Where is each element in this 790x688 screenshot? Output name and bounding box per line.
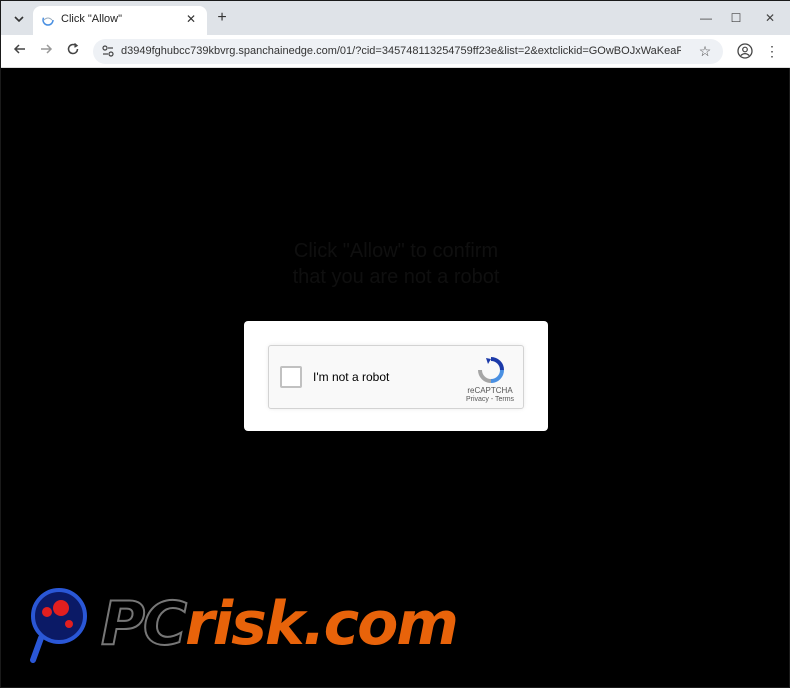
back-button[interactable]: [11, 42, 29, 60]
active-tab[interactable]: Click "Allow" ✕: [33, 6, 207, 35]
tab-search-button[interactable]: [9, 9, 29, 29]
loading-favicon-icon: [42, 14, 54, 26]
prompt-line-1: Click "Allow" to confirm: [293, 240, 499, 262]
new-tab-button[interactable]: +: [213, 9, 231, 27]
bookmark-star-icon[interactable]: ☆: [697, 43, 713, 59]
recaptcha-logo-icon: [478, 357, 504, 383]
tab-title: Click "Allow": [61, 13, 122, 25]
site-info-icon[interactable]: [101, 44, 115, 58]
url-text[interactable]: d3949fghubcc739kbvrg.spanchainedge.com/0…: [121, 45, 681, 57]
arrow-left-icon: [13, 44, 25, 54]
tab-strip: Click "Allow" ✕ + — ☐ ✕: [1, 1, 790, 35]
maximize-button[interactable]: ☐: [728, 10, 744, 26]
minimize-button[interactable]: —: [698, 10, 714, 26]
close-tab-icon[interactable]: ✕: [183, 11, 199, 27]
recaptcha-brand: reCAPTCHA: [467, 386, 513, 395]
pcrisk-watermark: PCrisk.com: [29, 584, 469, 672]
reload-icon: [67, 42, 79, 55]
profile-icon[interactable]: [737, 43, 753, 59]
captcha-label: I'm not a robot: [313, 370, 390, 384]
reload-button[interactable]: [64, 42, 82, 60]
more-menu-icon[interactable]: ⋮: [765, 42, 779, 60]
prompt-line-2: that you are not a robot: [292, 266, 500, 288]
chevron-down-icon: [14, 16, 24, 22]
browser-toolbar: d3949fghubcc739kbvrg.spanchainedge.com/0…: [1, 35, 790, 68]
watermark-text: PCrisk.com: [100, 588, 459, 660]
captcha-card: I'm not a robot reCAPTCHA Privacy - Term…: [244, 321, 548, 431]
address-bar[interactable]: d3949fghubcc739kbvrg.spanchainedge.com/0…: [93, 39, 723, 64]
watermark-risk: risk.com: [185, 589, 459, 659]
recaptcha-links[interactable]: Privacy - Terms: [455, 396, 525, 403]
arrow-right-icon: [41, 44, 53, 54]
recaptcha-widget: I'm not a robot reCAPTCHA Privacy - Term…: [268, 345, 524, 409]
forward-button[interactable]: [37, 42, 55, 60]
magnifier-logo-icon: [30, 588, 87, 663]
watermark-pc: PC: [100, 588, 188, 660]
captcha-checkbox[interactable]: [280, 366, 302, 388]
browser-window: Click "Allow" ✕ + — ☐ ✕ d3949fghubcc739k…: [0, 0, 790, 688]
close-window-button[interactable]: ✕: [762, 10, 778, 26]
